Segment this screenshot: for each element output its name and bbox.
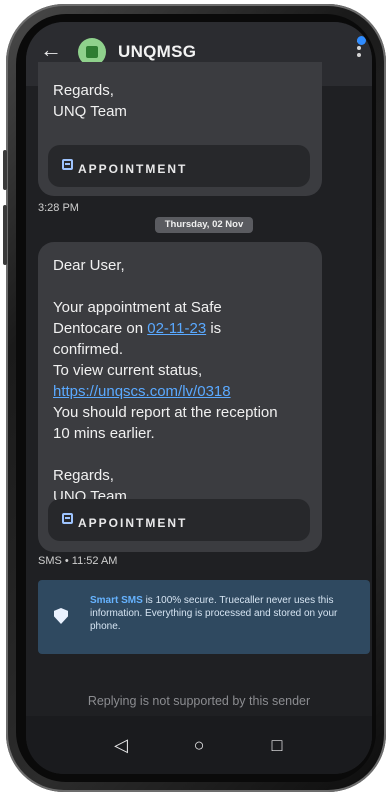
appointment-button[interactable]: APPOINTMENT xyxy=(48,499,310,541)
message-time: 3:28 PM xyxy=(38,202,79,214)
message-time: SMS • 11:52 AM xyxy=(38,555,118,567)
calendar-icon xyxy=(62,159,73,170)
nav-home-icon[interactable]: ○ xyxy=(186,732,212,758)
nav-recents-icon[interactable]: □ xyxy=(264,732,290,758)
shield-icon xyxy=(54,608,68,624)
side-button xyxy=(3,150,7,190)
business-icon xyxy=(86,46,98,58)
screen: ← UNQMSG Regards, UNQ Team APPOINTMENT 3… xyxy=(26,22,372,774)
calendar-icon xyxy=(62,513,73,524)
smart-sms-text: Smart SMS is 100% secure. Truecaller nev… xyxy=(90,595,338,632)
date-link[interactable]: 02-11-23 xyxy=(147,320,206,337)
reply-not-supported-note: Replying is not supported by this sender xyxy=(87,694,311,708)
status-url-link[interactable]: https://unqscs.com/lv/0318 xyxy=(53,383,231,400)
system-nav-bar: ◁ ○ □ xyxy=(26,716,372,774)
message-bubble: Regards, UNQ Team APPOINTMENT xyxy=(38,62,322,196)
nav-back-icon[interactable]: ◁ xyxy=(108,732,134,758)
appointment-button[interactable]: APPOINTMENT xyxy=(48,145,310,187)
kebab-menu-icon[interactable] xyxy=(354,36,366,66)
arrow-left-icon[interactable]: ← xyxy=(40,39,62,61)
side-button xyxy=(3,205,7,265)
message-text: Regards, UNQ Team xyxy=(53,82,127,120)
conversation-title: UNQMSG xyxy=(118,42,197,61)
smart-sms-banner: Smart SMS is 100% secure. Truecaller nev… xyxy=(38,580,370,654)
message-text: Dear User, Your appointment at Safe Dent… xyxy=(53,257,278,505)
message-bubble: Dear User, Your appointment at Safe Dent… xyxy=(38,242,322,552)
date-separator: Thursday, 02 Nov xyxy=(155,217,253,233)
notification-dot xyxy=(357,36,366,45)
